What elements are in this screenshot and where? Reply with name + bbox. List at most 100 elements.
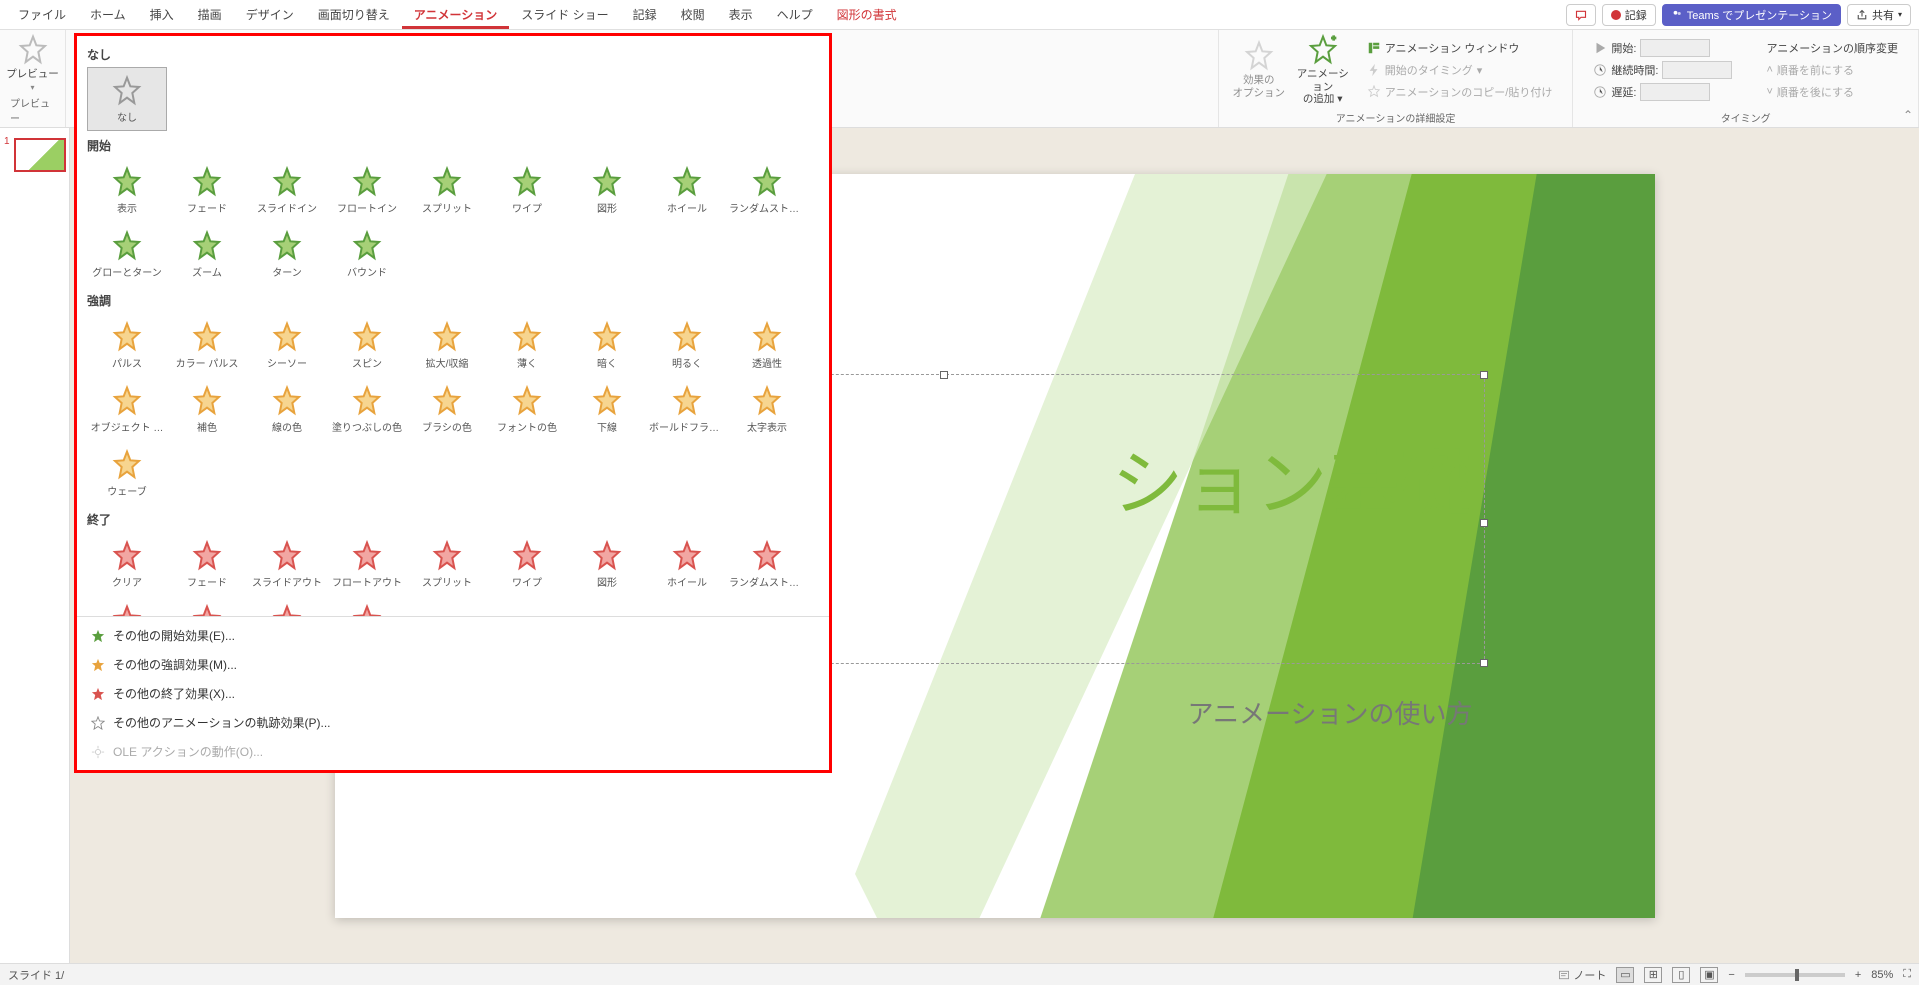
animation-item[interactable]: カラー パルス (167, 313, 247, 377)
delay-input[interactable] (1640, 83, 1710, 101)
animation-item[interactable]: パルス (87, 313, 167, 377)
share-button[interactable]: 共有▾ (1847, 4, 1911, 26)
animation-item[interactable]: ズーム (167, 596, 247, 616)
animation-item[interactable]: クリア (87, 532, 167, 596)
animation-item[interactable]: 線の色 (247, 377, 327, 441)
star-icon (751, 166, 783, 198)
tab-record[interactable]: 記録 (621, 1, 669, 29)
comments-button[interactable] (1566, 4, 1596, 26)
animation-item[interactable]: フォントの色 (487, 377, 567, 441)
record-button[interactable]: 記録 (1602, 4, 1656, 26)
animation-item[interactable]: 縮小および… (87, 596, 167, 616)
zoom-in-button[interactable]: + (1855, 969, 1861, 981)
animation-item[interactable]: シーソー (247, 313, 327, 377)
star-icon (751, 540, 783, 572)
sorter-view-button[interactable]: ⊞ (1644, 967, 1662, 983)
animation-item[interactable]: ランダムストラ… (727, 532, 807, 596)
star-icon (591, 166, 623, 198)
trigger-button[interactable]: 開始のタイミング ▾ (1367, 60, 1553, 80)
tab-animations[interactable]: アニメーション (402, 1, 510, 29)
animation-item[interactable]: 拡大/収縮 (407, 313, 487, 377)
animation-item[interactable]: フェード (167, 158, 247, 222)
animation-none[interactable]: なし (87, 67, 167, 131)
teams-present-button[interactable]: Teams でプレゼンテーション (1662, 4, 1841, 26)
animation-item[interactable]: スプリット (407, 158, 487, 222)
animation-item[interactable]: フェード (167, 532, 247, 596)
animation-item[interactable]: 図形 (567, 532, 647, 596)
animation-item[interactable]: 塗りつぶしの色 (327, 377, 407, 441)
star-icon (111, 75, 143, 107)
tab-home[interactable]: ホーム (78, 1, 138, 29)
tab-draw[interactable]: 描画 (186, 1, 234, 29)
animation-item[interactable]: 薄く (487, 313, 567, 377)
duration-input[interactable] (1662, 61, 1732, 79)
animation-pane-button[interactable]: アニメーション ウィンドウ (1367, 38, 1553, 58)
animation-item[interactable]: スライドアウト (247, 532, 327, 596)
more-emphasis-effects[interactable]: その他の強調効果(M)... (77, 650, 829, 679)
tab-view[interactable]: 表示 (717, 1, 765, 29)
star-icon (271, 166, 303, 198)
animation-item[interactable]: フロートイン (327, 158, 407, 222)
tab-help[interactable]: ヘルプ (765, 1, 825, 29)
animation-item[interactable]: バウンド (327, 596, 407, 616)
animation-item[interactable]: 図形 (567, 158, 647, 222)
add-animation-button[interactable]: アニメーションの追加 ▾ (1293, 34, 1353, 106)
star-icon (271, 385, 303, 417)
animation-item[interactable]: 下線 (567, 377, 647, 441)
more-motion-paths[interactable]: その他のアニメーションの軌跡効果(P)... (77, 708, 829, 737)
reading-view-button[interactable]: ▯ (1672, 967, 1690, 983)
animation-item[interactable]: 透過性 (727, 313, 807, 377)
animation-item[interactable]: ズーム (167, 222, 247, 286)
move-earlier-button[interactable]: ˄順番を前にする (1766, 60, 1898, 80)
slideshow-view-button[interactable]: ▣ (1700, 967, 1718, 983)
notes-button[interactable]: ノート (1558, 967, 1606, 983)
fit-to-window-button[interactable]: ⛶ (1903, 968, 1911, 981)
animation-item[interactable]: フロートアウト (327, 532, 407, 596)
animation-item[interactable]: スプリット (407, 532, 487, 596)
slide-thumbnail-1[interactable]: 1 (6, 138, 63, 172)
animation-item[interactable]: ブラシの色 (407, 377, 487, 441)
move-later-button[interactable]: ˅順番を後にする (1766, 82, 1898, 102)
animation-item[interactable]: ボールドフラッ… (647, 377, 727, 441)
animation-item[interactable]: グローとターン (87, 222, 167, 286)
animation-item[interactable]: オブジェクト … (87, 377, 167, 441)
collapse-ribbon-button[interactable]: ⌃ (1903, 108, 1913, 122)
star-icon (511, 321, 543, 353)
zoom-slider[interactable] (1745, 973, 1845, 977)
animation-item[interactable]: 明るく (647, 313, 727, 377)
tab-file[interactable]: ファイル (6, 1, 78, 29)
animation-item[interactable]: スライドイン (247, 158, 327, 222)
animation-item[interactable]: ワイプ (487, 532, 567, 596)
animation-item[interactable]: 太字表示 (727, 377, 807, 441)
star-icon (351, 166, 383, 198)
start-input[interactable] (1640, 39, 1710, 57)
tab-slideshow[interactable]: スライド ショー (509, 1, 620, 29)
animation-item[interactable]: ターン (247, 596, 327, 616)
animation-item[interactable]: ウェーブ (87, 441, 167, 505)
animation-painter-button[interactable]: アニメーションのコピー/貼り付け (1367, 82, 1553, 102)
more-exit-effects[interactable]: その他の終了効果(X)... (77, 679, 829, 708)
tab-insert[interactable]: 挿入 (138, 1, 186, 29)
animation-item[interactable]: ホイール (647, 532, 727, 596)
status-bar: スライド 1/ ノート ▭ ⊞ ▯ ▣ − + 85% ⛶ (0, 963, 1919, 985)
animation-item[interactable]: ワイプ (487, 158, 567, 222)
animation-item[interactable]: ターン (247, 222, 327, 286)
normal-view-button[interactable]: ▭ (1616, 967, 1634, 983)
zoom-out-button[interactable]: − (1728, 969, 1734, 981)
animation-item[interactable]: 暗く (567, 313, 647, 377)
gallery-footer: その他の開始効果(E)... その他の強調効果(M)... その他の終了効果(X… (77, 616, 829, 770)
animation-item[interactable]: ホイール (647, 158, 727, 222)
animation-item[interactable]: 補色 (167, 377, 247, 441)
animation-item[interactable]: 表示 (87, 158, 167, 222)
more-entrance-effects[interactable]: その他の開始効果(E)... (77, 621, 829, 650)
animation-item[interactable]: スピン (327, 313, 407, 377)
animation-item[interactable]: バウンド (327, 222, 407, 286)
tab-design[interactable]: デザイン (234, 1, 306, 29)
effect-options-button[interactable]: 効果のオプション (1229, 34, 1289, 106)
tab-review[interactable]: 校閲 (669, 1, 717, 29)
zoom-level[interactable]: 85% (1871, 969, 1893, 981)
tab-transitions[interactable]: 画面切り替え (306, 1, 402, 29)
preview-button[interactable]: プレビュー ▾ (3, 34, 63, 93)
tab-shape-format[interactable]: 図形の書式 (825, 1, 909, 29)
animation-item[interactable]: ランダムストラ… (727, 158, 807, 222)
